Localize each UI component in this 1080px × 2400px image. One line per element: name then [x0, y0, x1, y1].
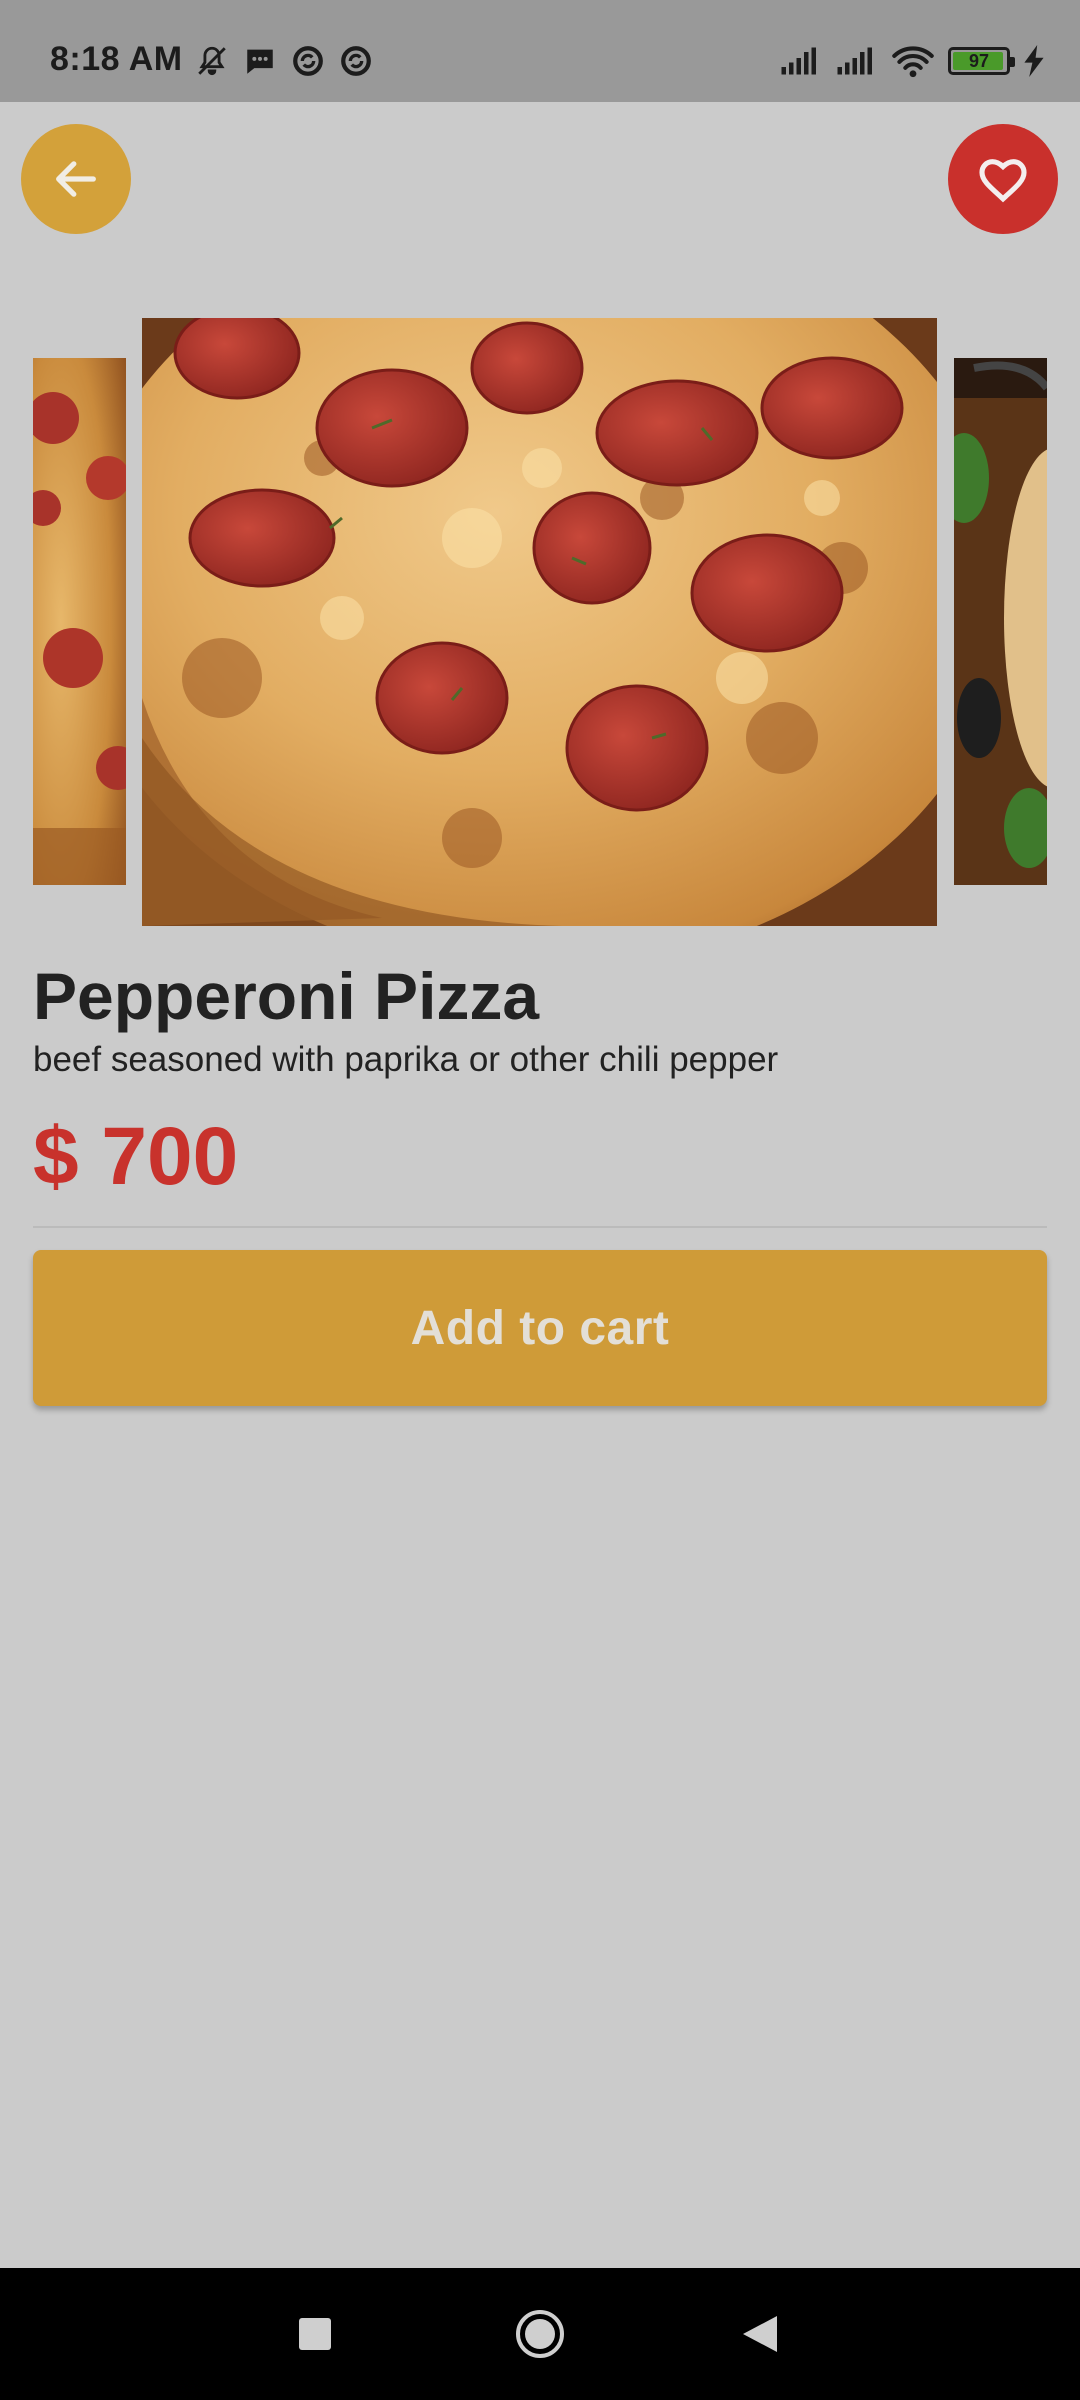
signal-icon: [837, 47, 872, 75]
notification-icons: [195, 44, 373, 78]
charging-icon: [1024, 45, 1044, 77]
divider: [33, 1226, 1047, 1228]
product-title: Pepperoni Pizza: [33, 959, 540, 1033]
status-bar: 8:18 AM 97: [0, 0, 1080, 102]
back-triangle-icon: [743, 2316, 777, 2352]
back-button[interactable]: [21, 124, 131, 234]
pizza-image: [142, 318, 937, 926]
product-description: beef seasoned with paprika or other chil…: [33, 1040, 779, 1079]
carousel-image-previous[interactable]: [33, 358, 126, 885]
home-circle-icon: [516, 2310, 564, 2358]
status-time: 8:18 AM: [50, 40, 183, 78]
home-button[interactable]: [505, 2268, 575, 2400]
sync-icon: [341, 46, 371, 76]
recents-button[interactable]: [280, 2268, 350, 2400]
carousel-image-next[interactable]: [954, 358, 1047, 885]
mute-icon: [198, 46, 226, 76]
heart-icon: [979, 159, 1027, 203]
add-to-cart-button[interactable]: Add to cart: [33, 1250, 1047, 1406]
carousel-image-current[interactable]: [142, 318, 937, 926]
message-icon: [247, 49, 273, 74]
product-price: $ 700: [33, 1111, 239, 1202]
product-image-carousel[interactable]: [0, 318, 1080, 926]
system-nav-bar: [0, 2268, 1080, 2400]
signal-icon: [781, 47, 816, 75]
battery-icon: 97: [948, 47, 1015, 75]
favorite-button[interactable]: [948, 124, 1058, 234]
sync-icon: [293, 46, 323, 76]
system-icons: 97: [780, 44, 1044, 78]
square-icon: [299, 2318, 331, 2350]
arrow-left-icon: [56, 161, 96, 197]
wifi-icon: [892, 46, 934, 78]
back-nav-button[interactable]: [725, 2268, 795, 2400]
battery-level: 97: [968, 50, 990, 71]
